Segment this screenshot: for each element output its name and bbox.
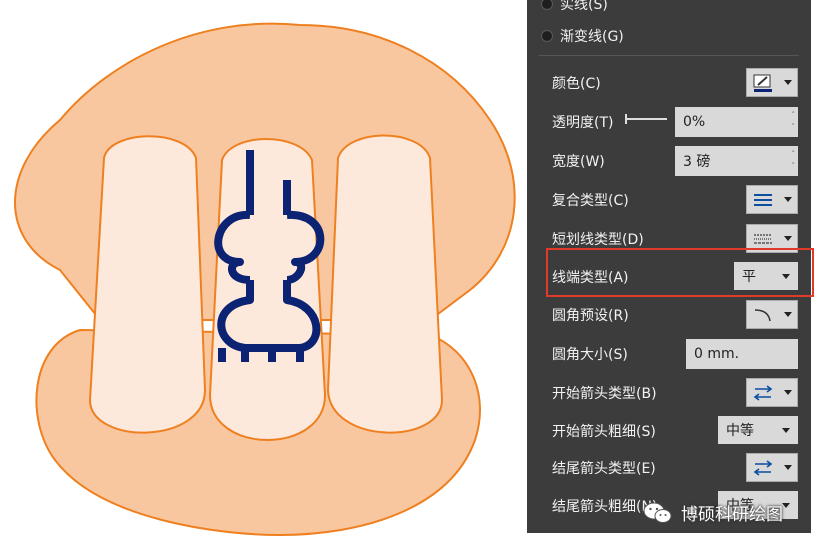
color-picker-button[interactable] — [746, 68, 798, 97]
width-label: 宽度(W) — [552, 154, 605, 170]
color-label: 颜色(C) — [552, 76, 601, 92]
compound-type-button[interactable] — [746, 185, 798, 214]
chevron-down-icon — [782, 427, 790, 433]
corner-size-label: 圆角大小(S) — [552, 347, 628, 363]
radio-label: 渐变线(G) — [560, 29, 624, 45]
radio-gradient-line[interactable]: 渐变线(G) — [541, 26, 624, 46]
compound-lines-icon — [754, 193, 772, 206]
radio-label: 实线(S) — [560, 0, 608, 13]
radio-solid-line[interactable]: 实线(S) — [541, 0, 608, 14]
inner-pill-right — [326, 134, 444, 434]
chevron-down-icon — [784, 390, 792, 395]
radio-button[interactable] — [541, 0, 553, 10]
transparency-label: 透明度(T) — [552, 115, 614, 131]
pen-color-icon — [753, 74, 772, 92]
arrow-type-icon — [753, 459, 773, 476]
inner-pill-middle — [208, 138, 327, 441]
arrow-type-icon — [753, 384, 773, 401]
chevron-down-icon — [782, 502, 790, 508]
transparency-input[interactable]: 0% ˄ ˅ — [675, 107, 798, 137]
dash-lines-icon — [754, 233, 772, 244]
cap-type-highlight-box — [546, 248, 814, 297]
chevron-down-icon — [784, 236, 792, 241]
slider-track — [627, 118, 667, 120]
chevron-down-icon — [784, 80, 792, 85]
inner-pill-left — [88, 135, 207, 434]
corner-size-input[interactable]: 0 mm. — [686, 339, 798, 369]
compound-label: 复合类型(C) — [552, 193, 629, 209]
begin-arrow-size-dropdown[interactable]: 中等 — [718, 416, 798, 444]
begin-arrow-size-label: 开始箭头粗细(S) — [552, 424, 656, 440]
corner-size-value: 0 mm. — [694, 346, 740, 362]
watermark-text: 博硕科研绘图 — [681, 505, 783, 525]
spin-arrows-icon[interactable]: ˄ ˅ — [792, 148, 796, 172]
section-divider — [539, 55, 799, 56]
chevron-down-icon — [784, 197, 792, 202]
radio-button[interactable] — [541, 30, 553, 42]
transparency-value: 0% — [683, 114, 706, 130]
transparency-slider[interactable] — [625, 114, 667, 124]
begin-arrow-size-value: 中等 — [726, 423, 754, 439]
width-input[interactable]: 3 磅 ˄ ˅ — [675, 146, 798, 176]
join-preset-label: 圆角预设(R) — [552, 308, 629, 324]
corner-preset-icon — [754, 308, 771, 321]
chevron-down-icon — [784, 312, 792, 317]
width-value: 3 磅 — [683, 154, 711, 170]
join-preset-button[interactable] — [746, 300, 798, 329]
end-arrow-type-button[interactable] — [746, 453, 798, 482]
begin-arrow-type-label: 开始箭头类型(B) — [552, 386, 657, 402]
begin-arrow-type-button[interactable] — [746, 378, 798, 407]
end-arrow-type-label: 结尾箭头类型(E) — [552, 461, 656, 477]
illustration-canvas — [14, 22, 516, 537]
watermark: 博硕科研绘图 — [643, 500, 783, 525]
chevron-down-icon — [784, 465, 792, 470]
end-arrow-size-label: 结尾箭头粗细(N) — [552, 499, 658, 515]
dash-label: 短划线类型(D) — [552, 232, 644, 248]
spin-arrows-icon[interactable]: ˄ ˅ — [792, 109, 796, 133]
wechat-icon — [643, 502, 672, 523]
